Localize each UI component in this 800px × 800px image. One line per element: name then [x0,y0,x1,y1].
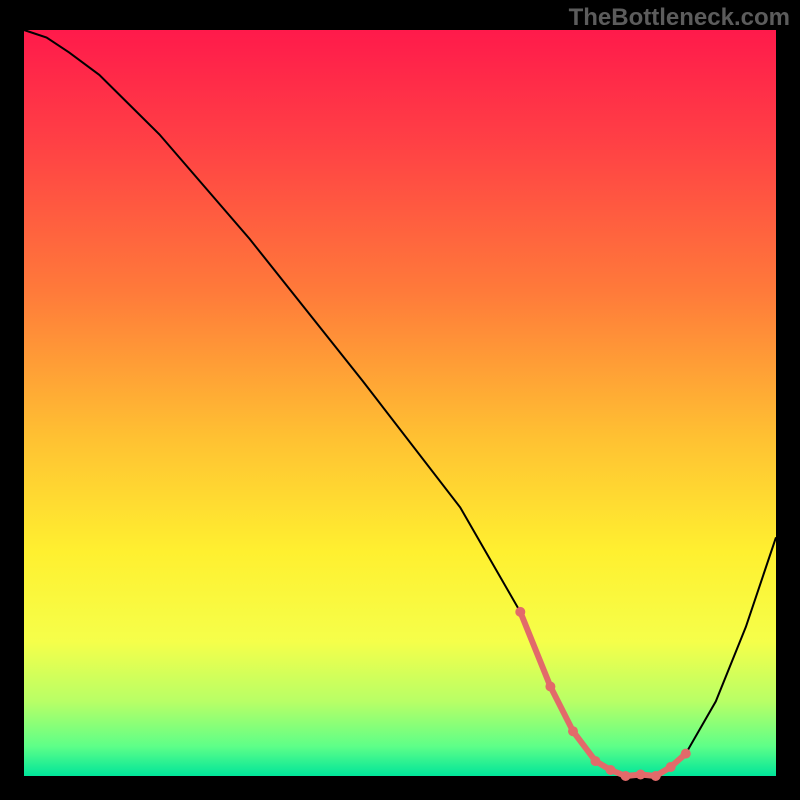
optimal-range-dot [515,607,525,617]
plot-background [24,30,776,776]
optimal-range-dot [666,762,676,772]
optimal-range-dot [681,749,691,759]
attribution-label: TheBottleneck.com [569,4,790,32]
optimal-range-dot [636,770,646,780]
bottleneck-chart [0,0,800,800]
optimal-range-dot [621,771,631,781]
optimal-range-dot [568,726,578,736]
optimal-range-dot [591,756,601,766]
optimal-range-dot [651,771,661,781]
chart-container: TheBottleneck.com [0,0,800,800]
optimal-range-dot [545,682,555,692]
optimal-range-dot [606,765,616,775]
